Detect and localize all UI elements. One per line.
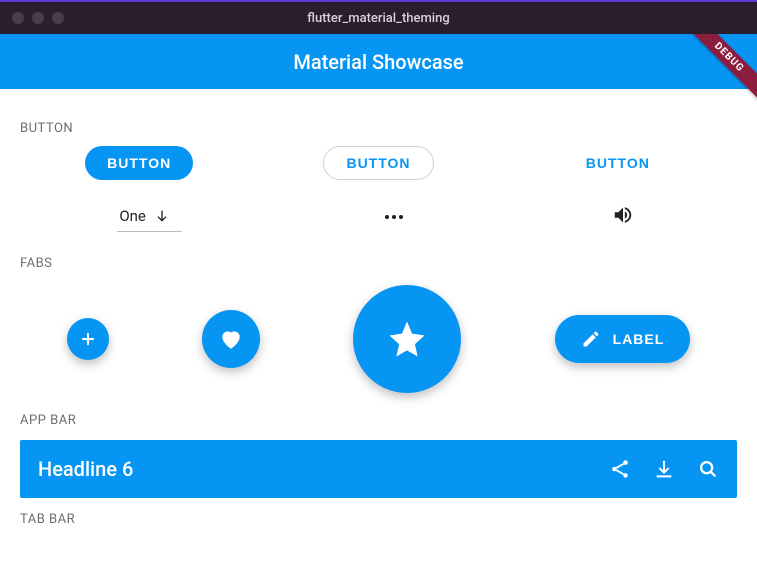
window-title: flutter_material_theming xyxy=(0,11,757,26)
star-icon xyxy=(386,318,428,360)
more-horiz-icon xyxy=(385,215,389,219)
text-button[interactable]: BUTTON xyxy=(564,147,672,179)
zoom-window-button[interactable] xyxy=(52,12,64,24)
close-window-button[interactable] xyxy=(12,12,24,24)
button-row-2: One xyxy=(20,198,737,236)
section-label-button: BUTTON xyxy=(20,121,737,136)
fab-mini[interactable] xyxy=(67,318,109,360)
icon-button-volume[interactable] xyxy=(606,198,640,236)
heart-icon xyxy=(218,326,244,352)
search-icon xyxy=(697,458,719,480)
edit-icon xyxy=(581,329,601,349)
popup-menu-button[interactable] xyxy=(377,207,411,227)
dropdown-button[interactable]: One xyxy=(117,203,182,232)
arrow-down-icon xyxy=(154,208,170,224)
demo-appbar-actions xyxy=(609,458,719,480)
fab-row: LABEL xyxy=(20,285,737,393)
showcase-content: BUTTON BUTTON BUTTON BUTTON One FABS LAB… xyxy=(0,89,757,527)
search-button[interactable] xyxy=(697,458,719,480)
traffic-lights xyxy=(12,12,64,24)
plus-icon xyxy=(78,329,98,349)
demo-appbar-title: Headline 6 xyxy=(38,457,609,481)
minimize-window-button[interactable] xyxy=(32,12,44,24)
fab-large[interactable] xyxy=(353,285,461,393)
share-button[interactable] xyxy=(609,458,631,480)
section-label-appbar: APP BAR xyxy=(20,413,737,428)
download-button[interactable] xyxy=(653,458,675,480)
share-icon xyxy=(609,458,631,480)
section-label-tabbar: TAB BAR xyxy=(20,512,737,527)
dropdown-value: One xyxy=(119,207,146,225)
button-row: BUTTON BUTTON BUTTON xyxy=(20,146,737,180)
elevated-button[interactable]: BUTTON xyxy=(85,146,193,180)
download-icon xyxy=(653,458,675,480)
window-titlebar: flutter_material_theming xyxy=(0,0,757,34)
appbar-title: Material Showcase xyxy=(293,50,463,74)
fab-extended-label: LABEL xyxy=(613,331,665,347)
section-label-fabs: FABS xyxy=(20,256,737,271)
volume-up-icon xyxy=(612,204,634,226)
fab-extended[interactable]: LABEL xyxy=(555,315,691,363)
outlined-button[interactable]: BUTTON xyxy=(323,146,433,180)
fab-normal[interactable] xyxy=(202,310,260,368)
demo-appbar: Headline 6 xyxy=(20,440,737,498)
main-appbar: Material Showcase xyxy=(0,34,757,89)
